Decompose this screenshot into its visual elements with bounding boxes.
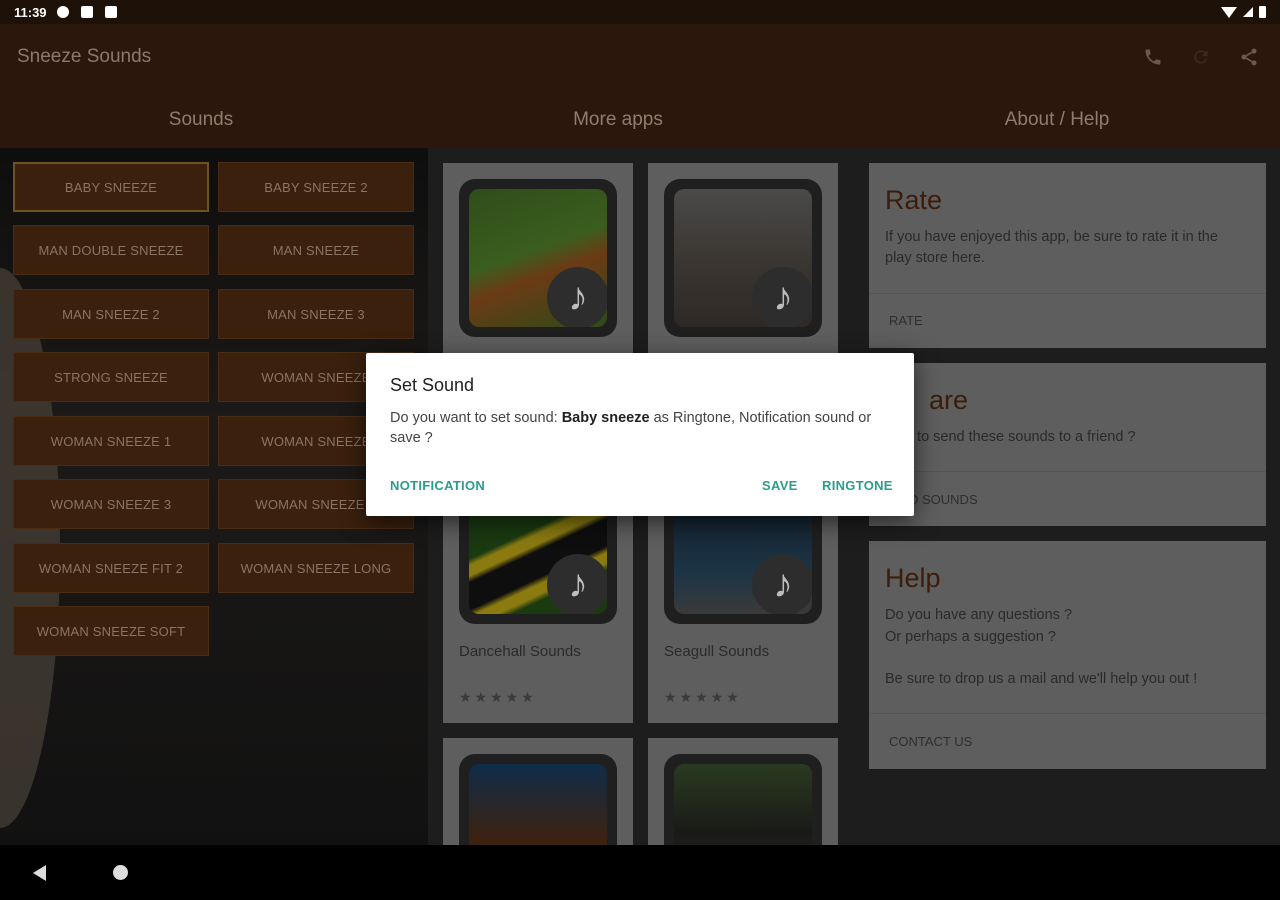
home-icon[interactable] bbox=[113, 865, 128, 880]
app-thumbnail: ♪ bbox=[664, 179, 822, 337]
share-icon[interactable] bbox=[1238, 46, 1260, 68]
send-sounds-button[interactable]: D SOUNDS bbox=[909, 492, 978, 507]
music-note-icon: ♪ bbox=[752, 554, 812, 614]
app-card-horse[interactable] bbox=[443, 738, 633, 845]
help-body-line1: Do you have any questions ? bbox=[885, 607, 1073, 623]
share-title: are bbox=[929, 385, 969, 415]
set-sound-dialog: Set Sound Do you want to set sound: Baby… bbox=[366, 353, 914, 516]
dialog-sound-name: Baby sneeze bbox=[561, 410, 650, 426]
sound-button[interactable]: WOMAN SNEEZE LONG bbox=[218, 543, 414, 593]
sound-button[interactable]: WOMAN SNEEZE 1 bbox=[13, 416, 209, 466]
app-thumbnail: ♪ bbox=[459, 498, 617, 624]
sound-button[interactable]: WOMAN SNEEZE FIT 2 bbox=[13, 543, 209, 593]
save-button[interactable]: SAVE bbox=[762, 478, 798, 493]
about-help-panel: Rate If you have enjoyed this app, be su… bbox=[850, 148, 1280, 845]
sound-button[interactable]: STRONG SNEEZE bbox=[13, 352, 209, 402]
rate-title: Rate bbox=[885, 185, 943, 215]
signal-icon bbox=[1243, 7, 1253, 17]
sound-button[interactable]: MAN SNEEZE 2 bbox=[13, 289, 209, 339]
deer-image: ♪ bbox=[674, 189, 812, 327]
jamaica-flag-image: ♪ bbox=[469, 508, 607, 614]
dialog-message: Do you want to set sound: Baby sneeze as… bbox=[390, 408, 890, 448]
help-body-line2: Or perhaps a suggestion ? bbox=[885, 629, 1056, 645]
share-card: are t to send these sounds to a friend ?… bbox=[869, 363, 1266, 526]
rate-body: If you have enjoyed this app, be sure to… bbox=[885, 229, 1218, 266]
app-card-rooster[interactable]: ♪ bbox=[443, 163, 633, 353]
tab-more-apps[interactable]: More apps bbox=[402, 102, 834, 138]
music-note-icon: ♪ bbox=[752, 267, 812, 327]
help-body-line3: Be sure to drop us a mail and we'll help… bbox=[885, 671, 1198, 687]
ringtone-button[interactable]: RINGTONE bbox=[822, 478, 893, 493]
app-thumbnail: ♪ bbox=[459, 179, 617, 337]
seagull-image: ♪ bbox=[674, 508, 812, 614]
battery-icon bbox=[1259, 6, 1266, 18]
status-time: 11:39 bbox=[14, 4, 47, 20]
tab-sounds[interactable]: Sounds bbox=[0, 102, 402, 138]
sound-button[interactable]: WOMAN SNEEZE SOFT bbox=[13, 606, 209, 656]
app-name: Seagull Sounds bbox=[664, 643, 770, 660]
sound-button[interactable]: MAN DOUBLE SNEEZE bbox=[13, 225, 209, 275]
app-rating: ★★★★★ bbox=[664, 689, 742, 705]
app-card-deer[interactable]: ♪ bbox=[648, 163, 838, 353]
rate-button[interactable]: RATE bbox=[889, 313, 923, 328]
app-name: Dancehall Sounds bbox=[459, 643, 581, 660]
divider bbox=[869, 293, 1266, 294]
horse-image bbox=[469, 764, 607, 845]
rooster-image: ♪ bbox=[469, 189, 607, 327]
music-note-icon: ♪ bbox=[547, 267, 607, 327]
music-note-icon: ♪ bbox=[547, 554, 607, 614]
divider bbox=[869, 713, 1266, 714]
dialog-title: Set Sound bbox=[390, 375, 475, 395]
dialog-message-prefix: Do you want to set sound: bbox=[390, 410, 562, 426]
help-card: Help Do you have any questions ? Or perh… bbox=[869, 541, 1266, 769]
system-nav-bar bbox=[0, 845, 1280, 900]
sound-button[interactable]: WOMAN SNEEZE 3 bbox=[13, 479, 209, 529]
wifi-icon bbox=[1221, 6, 1237, 18]
app-thumbnail bbox=[664, 754, 822, 845]
sd-card-icon bbox=[104, 6, 117, 18]
app-rating: ★★★★★ bbox=[459, 689, 537, 705]
back-icon[interactable] bbox=[33, 865, 46, 881]
tab-bar: Sounds More apps About / Help bbox=[0, 102, 1280, 138]
sound-button[interactable]: MAN SNEEZE bbox=[218, 225, 414, 275]
app-thumbnail bbox=[459, 754, 617, 845]
phone-icon[interactable] bbox=[1142, 46, 1164, 68]
settings-notification-icon bbox=[56, 6, 69, 18]
status-bar: 11:39 bbox=[0, 0, 1280, 24]
notification-button[interactable]: NOTIFICATION bbox=[390, 478, 485, 493]
app-bar: Sneeze Sounds Sounds More apps About / H… bbox=[0, 24, 1280, 148]
contact-us-button[interactable]: CONTACT US bbox=[889, 734, 972, 749]
help-title: Help bbox=[885, 563, 941, 593]
tab-about-help[interactable]: About / Help bbox=[834, 102, 1280, 138]
app-actions bbox=[1142, 46, 1260, 68]
app-notification-icon bbox=[80, 6, 93, 18]
divider bbox=[869, 471, 1266, 472]
refresh-icon[interactable] bbox=[1190, 46, 1212, 68]
buffalo-image bbox=[674, 764, 812, 845]
sound-button[interactable]: MAN SNEEZE 3 bbox=[218, 289, 414, 339]
app-card-buffalo[interactable] bbox=[648, 738, 838, 845]
app-title: Sneeze Sounds bbox=[17, 46, 152, 67]
rate-card: Rate If you have enjoyed this app, be su… bbox=[869, 163, 1266, 348]
sound-button[interactable]: BABY SNEEZE bbox=[13, 162, 209, 212]
sounds-panel: BABY SNEEZE BABY SNEEZE 2 MAN DOUBLE SNE… bbox=[0, 148, 428, 845]
sound-button[interactable]: BABY SNEEZE 2 bbox=[218, 162, 414, 212]
share-body: t to send these sounds to a friend ? bbox=[909, 429, 1136, 445]
app-thumbnail: ♪ bbox=[664, 498, 822, 624]
